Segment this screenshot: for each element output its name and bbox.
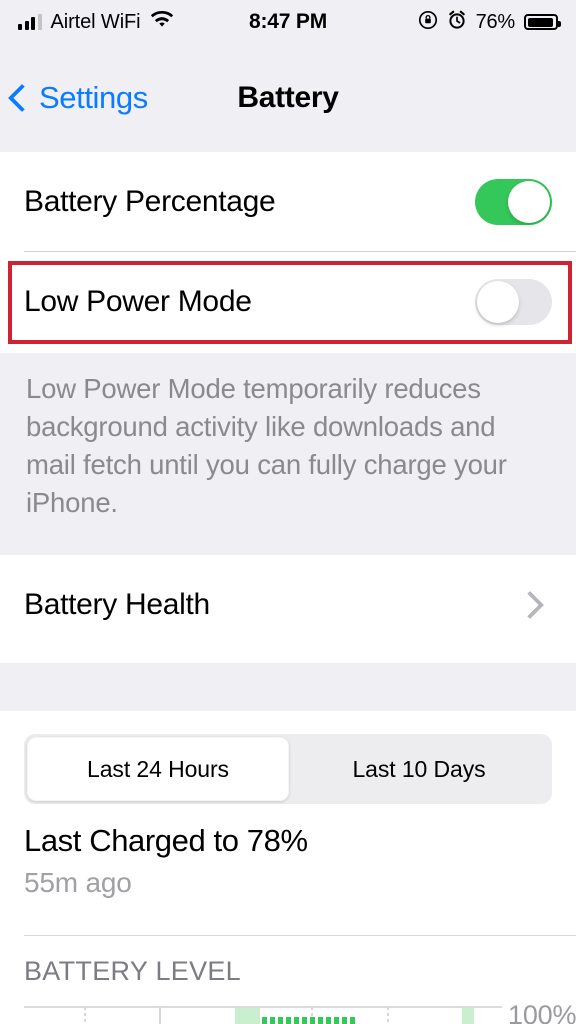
clock-label: 8:47 PM: [249, 10, 327, 33]
chart-axis-line: [24, 1006, 502, 1008]
chart-bar: [334, 1017, 339, 1024]
chart-bar: [286, 1017, 291, 1024]
wifi-icon: [150, 10, 174, 34]
time-range-segmented-control[interactable]: Last 24 Hours Last 10 Days: [24, 734, 552, 804]
last-charged-divider: [24, 935, 576, 936]
battery-percentage-row[interactable]: Battery Percentage: [0, 152, 576, 252]
last-charged-title: Last Charged to 78%: [24, 823, 308, 858]
low-power-mode-description: Low Power Mode temporarily reduces backg…: [0, 353, 576, 555]
chart-bar: [350, 1017, 355, 1024]
low-power-mode-toggle[interactable]: [475, 279, 552, 325]
chart-bar: [326, 1017, 331, 1024]
chart-charging-band: [235, 1007, 260, 1024]
battery-settings-screen: Airtel WiFi 8:47 PM 76% Settings Battery…: [0, 0, 576, 1024]
page-title: Battery: [237, 81, 339, 114]
chart-gridline: [387, 1007, 389, 1024]
chart-bar: [310, 1017, 315, 1024]
toggle-knob: [477, 281, 519, 323]
battery-health-label-text: Battery Health: [24, 588, 210, 621]
segment-last-10-days[interactable]: Last 10 Days: [289, 737, 549, 801]
battery-percentage-label-text: Battery Percentage: [24, 185, 276, 218]
battery-level-header: BATTERY LEVEL: [24, 956, 241, 986]
chart-max-label: 100%: [508, 1000, 576, 1024]
navigation-bar: Settings Battery: [0, 44, 576, 152]
low-power-mode-label-text: Low Power Mode: [24, 285, 252, 318]
toggle-knob: [508, 181, 550, 223]
chart-bar: [278, 1017, 283, 1024]
chevron-right-icon: [515, 590, 545, 620]
chart-bar: [294, 1017, 299, 1024]
last-charged-block: Last Charged to 78% 55m ago: [24, 823, 552, 899]
carrier-label: Airtel WiFi: [50, 10, 141, 33]
chart-charging-band: [462, 1007, 474, 1024]
battery-icon: [524, 14, 561, 30]
last-charged-subtitle: 55m ago: [24, 867, 132, 898]
chart-bar: [302, 1017, 307, 1024]
chart-gridline: [84, 1007, 86, 1024]
section-gap: [0, 663, 576, 711]
rotation-lock-icon: [418, 10, 438, 35]
chart-bar: [318, 1017, 323, 1024]
battery-usage-section: Last 24 Hours Last 10 Days Last Charged …: [0, 711, 576, 1024]
battery-health-section: Battery Health: [0, 555, 576, 663]
chart-bar: [342, 1017, 347, 1024]
battery-health-row[interactable]: Battery Health: [0, 555, 576, 655]
low-power-mode-row[interactable]: Low Power Mode: [0, 252, 576, 352]
status-bar-right: 76%: [327, 10, 561, 35]
status-bar: Airtel WiFi 8:47 PM 76%: [0, 0, 576, 44]
battery-level-chart[interactable]: [24, 1006, 502, 1024]
segment-last-24-hours[interactable]: Last 24 Hours: [27, 737, 289, 801]
battery-percentage-toggle[interactable]: [475, 179, 552, 225]
signal-bars-icon: [18, 14, 42, 30]
battery-percentage-label: 76%: [475, 10, 516, 33]
chart-gridline: [159, 1007, 161, 1024]
status-bar-left: Airtel WiFi: [18, 10, 249, 34]
chart-bar: [270, 1017, 275, 1024]
chart-bar: [262, 1017, 267, 1024]
alarm-clock-icon: [447, 10, 467, 35]
toggles-section: Battery Percentage Low Power Mode: [0, 152, 576, 353]
